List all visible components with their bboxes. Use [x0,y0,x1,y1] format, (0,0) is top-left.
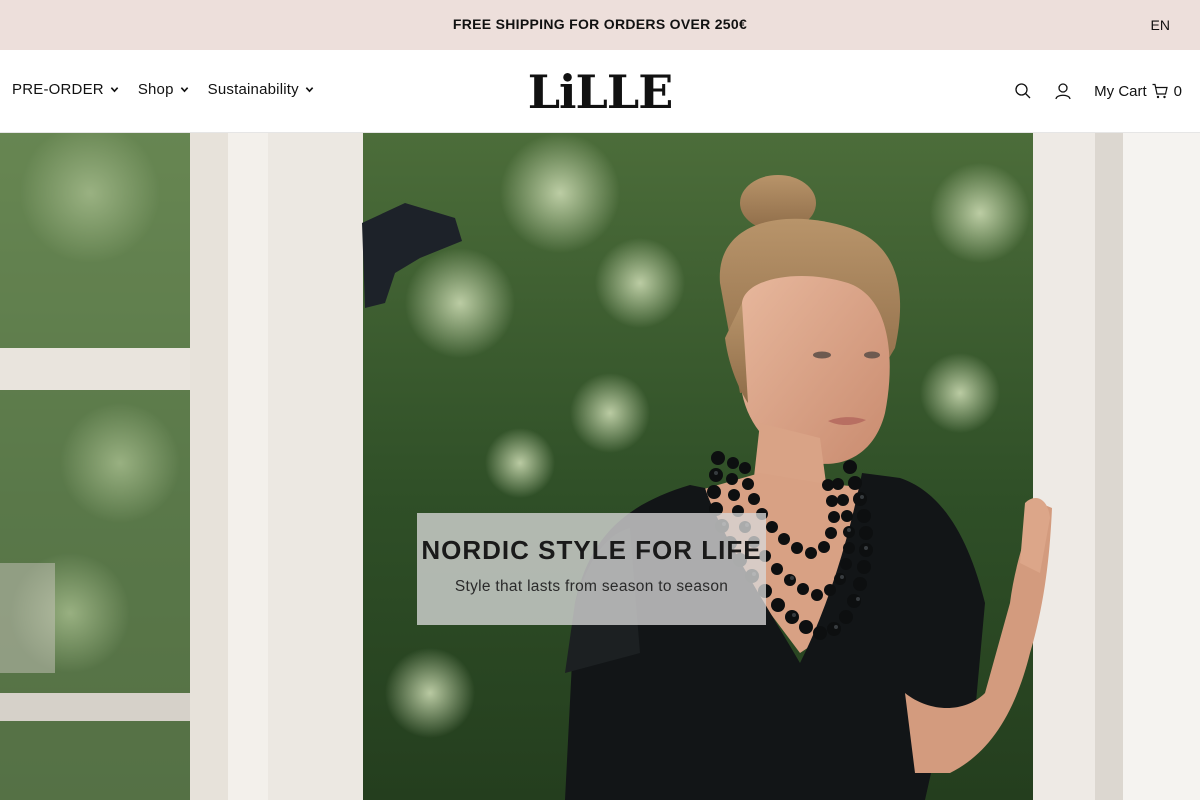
hero-image [0,133,1200,800]
header-utilities: My Cart 0 [1014,82,1182,100]
chevron-down-icon [180,87,188,93]
nav-item-sustainability[interactable]: Sustainability [208,81,314,98]
hero-subtitle: Style that lasts from season to season [454,578,729,595]
hero-banner[interactable]: NORDIC STYLE FOR LIFE Style that lasts f… [0,133,1200,800]
shipping-announcement: FREE SHIPPING FOR ORDERS OVER 250€ [452,16,748,32]
nav-item-label: Shop [137,81,174,98]
chevron-down-icon [305,87,314,93]
logo-text: LiLLE [528,67,673,113]
announcement-bar: FREE SHIPPING FOR ORDERS OVER 250€ EN [0,0,1200,50]
account-icon[interactable] [1054,82,1072,100]
chevron-down-icon [110,87,119,93]
nav-item-shop[interactable]: Shop [138,81,189,98]
hero-caption: NORDIC STYLE FOR LIFE Style that lasts f… [417,513,766,625]
cart-count: 0 [1173,82,1182,100]
nav-item-label: PRE-ORDER [12,81,104,98]
hero-title: NORDIC STYLE FOR LIFE [421,535,762,565]
language-selector[interactable]: EN [1151,17,1170,33]
nav-item-pre-order[interactable]: PRE-ORDER [12,81,119,98]
cart-link[interactable]: My Cart 0 [1094,83,1182,100]
nav-item-label: Sustainability [207,81,299,98]
cart-label: My Cart [1094,82,1147,100]
main-nav: PRE-ORDER Shop Sustainability [12,81,314,98]
search-icon[interactable] [1014,82,1032,100]
site-header: PRE-ORDER Shop Sustainability LiLLE My C… [0,50,1200,133]
brand-logo[interactable]: LiLLE [524,67,676,113]
cart-icon [1152,83,1168,99]
